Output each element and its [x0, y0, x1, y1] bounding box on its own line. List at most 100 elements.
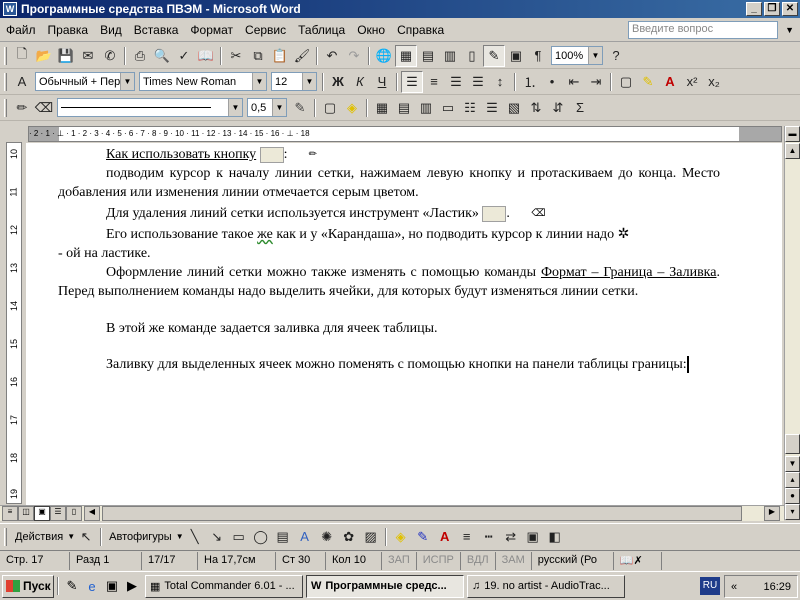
menu-edit[interactable]: Правка: [42, 23, 95, 37]
internet-explorer-icon[interactable]: e: [82, 576, 102, 596]
show-hide-icon[interactable]: ¶: [527, 45, 549, 67]
zoom-combo[interactable]: 100% ▼: [551, 46, 603, 65]
superscript-icon[interactable]: x²: [681, 71, 703, 93]
split-cells-icon[interactable]: ▥: [415, 97, 437, 119]
insert-table-icon[interactable]: ▤: [417, 45, 439, 67]
select-browse-object-button[interactable]: ●: [785, 488, 800, 504]
task-audio-tracker[interactable]: ♫ 19. no artist - AudioTrac...: [467, 574, 625, 598]
text-direction-icon[interactable]: ⇅: [525, 97, 547, 119]
tables-borders-icon[interactable]: ▦: [395, 44, 417, 67]
font-combo[interactable]: Times New Roman ▼: [139, 72, 267, 91]
spelling-icon[interactable]: ✓: [173, 45, 195, 67]
diagram-icon[interactable]: ✺: [316, 526, 338, 548]
dash-style-icon[interactable]: ┅: [478, 526, 500, 548]
font-color-icon[interactable]: A: [434, 526, 456, 548]
italic-button[interactable]: К: [349, 71, 371, 93]
line-weight-combo[interactable]: 0,5 ▼: [247, 98, 287, 117]
outside-border-icon[interactable]: ▢: [319, 97, 341, 119]
line-style-icon[interactable]: ≡: [456, 526, 478, 548]
menu-view[interactable]: Вид: [94, 23, 128, 37]
minimize-button[interactable]: _: [746, 2, 762, 16]
menu-insert[interactable]: Вставка: [128, 23, 185, 37]
sort-icon[interactable]: ⇵: [547, 97, 569, 119]
show-desktop-icon[interactable]: ▣: [102, 576, 122, 596]
bullets-icon[interactable]: •: [541, 71, 563, 93]
horizontal-ruler[interactable]: · 2 · 1 · ⊥ · 1 · 2 · 3 · 4 · 5 · 6 · 7 …: [28, 126, 782, 142]
autoshapes-menu[interactable]: Автофигуры: [105, 531, 176, 543]
tray-expand-icon[interactable]: «: [731, 581, 737, 593]
style-combo[interactable]: Обычный + Пер ▼: [35, 72, 135, 91]
scroll-right-button[interactable]: ▶: [764, 506, 780, 521]
font-color-icon[interactable]: A: [659, 71, 681, 93]
chevron-down-icon[interactable]: ▼: [67, 532, 75, 541]
help-question-input[interactable]: Введите вопрос: [628, 21, 778, 39]
scroll-thumb[interactable]: [785, 434, 800, 454]
redo-icon[interactable]: ↷: [343, 45, 365, 67]
oval-icon[interactable]: ◯: [250, 526, 272, 548]
menu-tools[interactable]: Сервис: [239, 23, 292, 37]
email-icon[interactable]: ✆: [99, 45, 121, 67]
line-spacing-icon[interactable]: ↕: [489, 71, 511, 93]
copy-icon[interactable]: ⧉: [247, 45, 269, 67]
eraser-icon[interactable]: ⌫: [33, 97, 55, 119]
restore-button[interactable]: ❐: [764, 2, 780, 16]
hyperlink-icon[interactable]: 🌐: [373, 45, 395, 67]
line-style-combo[interactable]: ▼: [57, 98, 243, 117]
language-indicator[interactable]: RU: [700, 577, 720, 595]
chevron-down-icon[interactable]: ▼: [228, 99, 242, 116]
print-preview-icon[interactable]: 🔍: [151, 45, 173, 67]
merge-cells-icon[interactable]: ▤: [393, 97, 415, 119]
close-button[interactable]: ✕: [782, 2, 798, 16]
align-center-icon[interactable]: ≡: [423, 71, 445, 93]
toolbar-grip[interactable]: [4, 98, 7, 117]
split-box-icon[interactable]: ▬: [785, 126, 800, 142]
draw-actions-menu[interactable]: Действия: [11, 531, 67, 543]
drawing-icon[interactable]: ✎: [483, 44, 505, 67]
web-view-icon[interactable]: ◫: [18, 506, 34, 521]
status-overtype[interactable]: ЗАМ: [496, 551, 532, 570]
vertical-ruler[interactable]: 10 11 12 13 14 15 16 17 18 19: [6, 142, 22, 504]
help-dropdown-icon[interactable]: ▼: [785, 25, 794, 35]
shadow-style-icon[interactable]: ▣: [522, 526, 544, 548]
autoformat-table-icon[interactable]: ▧: [503, 97, 525, 119]
media-player-icon[interactable]: ▶: [122, 576, 142, 596]
subscript-icon[interactable]: x₂: [703, 71, 725, 93]
status-record[interactable]: ЗАП: [382, 551, 417, 570]
open-folder-icon[interactable]: 📂: [33, 45, 55, 67]
scroll-left-button[interactable]: ◀: [84, 506, 100, 521]
print-layout-icon[interactable]: ▣: [34, 506, 50, 521]
chevron-down-icon[interactable]: ▼: [302, 73, 316, 90]
outline-view-icon[interactable]: ☰: [50, 506, 66, 521]
toolbar-grip[interactable]: [4, 527, 7, 546]
previous-page-button[interactable]: ▴: [785, 472, 800, 488]
save-icon[interactable]: 💾: [55, 45, 77, 67]
columns-icon[interactable]: ▯: [461, 45, 483, 67]
pencil-icon[interactable]: ✏: [11, 97, 33, 119]
chevron-down-icon[interactable]: ▼: [272, 99, 286, 116]
new-document-icon[interactable]: 🗋: [11, 45, 33, 67]
clipart-icon[interactable]: ✿: [338, 526, 360, 548]
justify-icon[interactable]: ☰: [467, 71, 489, 93]
3d-style-icon[interactable]: ◧: [544, 526, 566, 548]
align-cell-icon[interactable]: ▭: [437, 97, 459, 119]
status-language[interactable]: русский (Ро: [532, 551, 614, 570]
bold-button[interactable]: Ж: [327, 71, 349, 93]
insert-excel-icon[interactable]: ▥: [439, 45, 461, 67]
picture-icon[interactable]: ▨: [360, 526, 382, 548]
permission-icon[interactable]: ✉: [77, 45, 99, 67]
select-objects-icon[interactable]: ↖: [75, 526, 97, 548]
chevron-down-icon[interactable]: ▼: [120, 73, 134, 90]
next-page-button[interactable]: ▾: [785, 504, 800, 520]
toolbar-grip[interactable]: [4, 72, 7, 91]
horizontal-scroll-thumb[interactable]: [102, 506, 742, 521]
spelling-status-icon[interactable]: 📖✗: [614, 551, 662, 570]
help-icon[interactable]: ?: [605, 45, 627, 67]
align-left-icon[interactable]: ☰: [401, 70, 423, 93]
border-icon[interactable]: ▢: [615, 71, 637, 93]
start-button[interactable]: Пуск: [2, 574, 54, 598]
paste-icon[interactable]: 📋: [269, 45, 291, 67]
numbering-icon[interactable]: ⒈: [519, 71, 541, 93]
scroll-down-button[interactable]: ▼: [785, 456, 800, 472]
chevron-down-icon[interactable]: ▼: [252, 73, 266, 90]
print-icon[interactable]: ⎙: [129, 45, 151, 67]
